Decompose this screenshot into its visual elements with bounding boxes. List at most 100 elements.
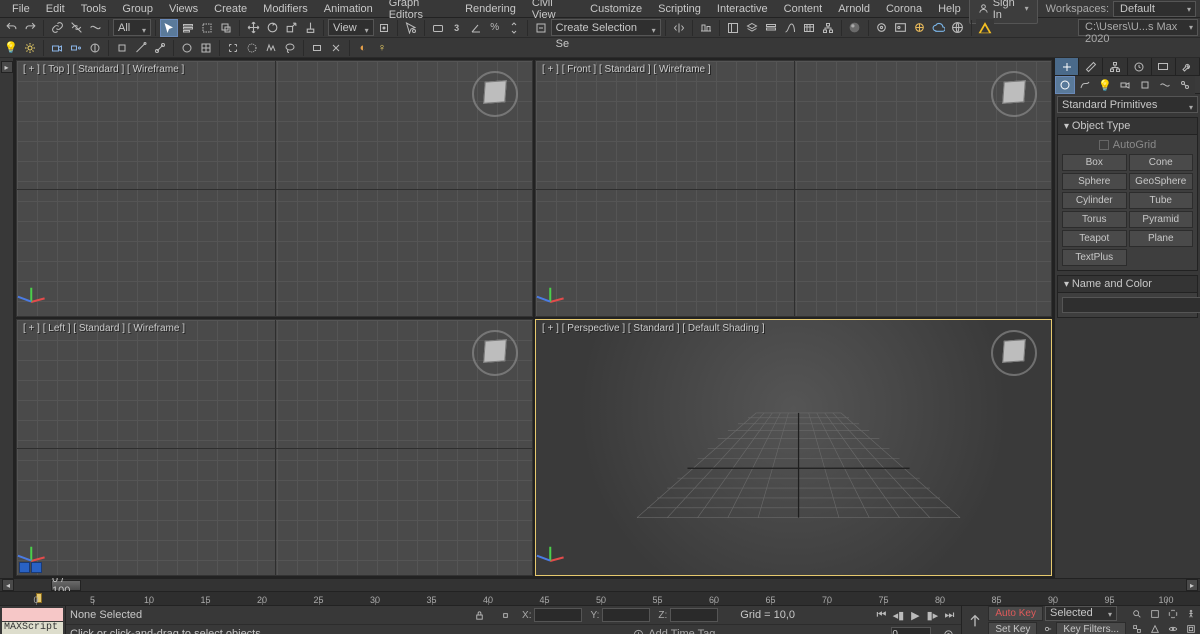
ref-coord-system[interactable]: View▾	[328, 19, 374, 36]
viewcube-top[interactable]	[472, 71, 518, 117]
prim-textplus[interactable]: TextPlus	[1062, 249, 1127, 266]
lightbulb-button[interactable]: ♀	[373, 39, 391, 57]
track-bar[interactable]: 0510152025303540455055606570758085909510…	[0, 591, 1200, 605]
nav-zoom-all-button[interactable]	[1130, 622, 1144, 634]
time-tag-area[interactable]: Add Time Tag	[633, 628, 715, 634]
menu-modifiers[interactable]: Modifiers	[255, 1, 316, 17]
systems-subtab[interactable]	[1175, 76, 1195, 94]
named-selection-sets[interactable]: Create Selection Se▾	[551, 19, 661, 36]
viewport-persp-label[interactable]: [ + ] [ Perspective ] [ Standard ] [ Def…	[542, 323, 765, 334]
prim-plane[interactable]: Plane	[1129, 230, 1194, 247]
project-path[interactable]: C:\Users\U...s Max 2020▾	[1078, 19, 1198, 36]
material-editor-button[interactable]	[846, 19, 864, 37]
prim-sphere[interactable]: Sphere	[1062, 173, 1127, 190]
toggle-ribbon-button[interactable]	[762, 19, 780, 37]
create-tab[interactable]	[1055, 58, 1079, 75]
sel-region-rect-button[interactable]	[224, 39, 242, 57]
prim-box[interactable]: Box	[1062, 154, 1127, 171]
undo-button[interactable]	[2, 19, 20, 37]
prim-cylinder[interactable]: Cylinder	[1062, 192, 1127, 209]
toggle-scene-explorer-button[interactable]	[724, 19, 742, 37]
x-coord-input[interactable]	[534, 608, 582, 622]
prim-geosphere[interactable]: GeoSphere	[1129, 173, 1194, 190]
goto-end-button[interactable]: ⏭	[941, 607, 957, 623]
nav-maximize-button[interactable]	[1184, 622, 1198, 634]
schematic-view-button[interactable]	[819, 19, 837, 37]
window-crossing-button[interactable]	[217, 19, 235, 37]
spinner-snap-button[interactable]	[505, 19, 523, 37]
name-color-header[interactable]: ▾ Name and Color	[1058, 276, 1197, 293]
shapes-subtab[interactable]	[1075, 76, 1095, 94]
primitive-category-select[interactable]: Standard Primitives ▾	[1057, 96, 1198, 113]
prim-tube[interactable]: Tube	[1129, 192, 1194, 209]
menu-scripting[interactable]: Scripting	[650, 1, 709, 17]
next-frame-button[interactable]: ▮▸	[924, 607, 940, 623]
time-slider[interactable]: ◂ 0 / 100 ▸	[0, 578, 1200, 591]
menu-interactive[interactable]: Interactive	[709, 1, 776, 17]
render-in-cloud-button[interactable]	[930, 19, 948, 37]
viewport-layout-presets[interactable]	[19, 562, 42, 573]
angle-snap-button[interactable]	[467, 19, 485, 37]
menu-views[interactable]: Views	[161, 1, 206, 17]
placement-button[interactable]	[301, 19, 319, 37]
time-slider-next[interactable]: ▸	[1186, 579, 1198, 591]
display-tab[interactable]	[1152, 58, 1176, 75]
rendered-frame-window-button[interactable]	[892, 19, 910, 37]
modify-tab[interactable]	[1079, 58, 1103, 75]
warning-icon[interactable]	[976, 19, 994, 37]
scale-button[interactable]	[282, 19, 300, 37]
cutter-button[interactable]	[327, 39, 345, 57]
utilities-tab[interactable]	[1176, 58, 1200, 75]
nav-pan-button[interactable]	[1166, 607, 1180, 621]
viewport-expand-button[interactable]: ▸	[1, 61, 13, 73]
set-key-button[interactable]: Set Key	[988, 622, 1037, 634]
select-region-button[interactable]	[198, 19, 216, 37]
hierarchy-tab[interactable]	[1103, 58, 1127, 75]
object-type-header[interactable]: ▾ Object Type	[1058, 118, 1197, 135]
render-setup-button[interactable]	[873, 19, 891, 37]
toggle-layer-explorer-button[interactable]	[743, 19, 761, 37]
viewport-front-label[interactable]: [ + ] [ Front ] [ Standard ] [ Wireframe…	[542, 64, 711, 75]
tape-button[interactable]	[132, 39, 150, 57]
nav-orbit-button[interactable]	[1166, 622, 1180, 634]
menu-rendering[interactable]: Rendering	[457, 1, 524, 17]
z-coord-input[interactable]	[670, 608, 718, 622]
prim-torus[interactable]: Torus	[1062, 211, 1127, 228]
mirror-button[interactable]	[670, 19, 688, 37]
keyboard-shortcut-override-button[interactable]	[429, 19, 447, 37]
viewcube-left[interactable]	[472, 330, 518, 376]
light-button[interactable]: 💡	[2, 39, 20, 57]
select-by-name-button[interactable]	[179, 19, 197, 37]
menu-animation[interactable]: Animation	[316, 1, 381, 17]
move-button[interactable]	[244, 19, 262, 37]
menu-corona[interactable]: Corona	[878, 1, 930, 17]
geometry-subtab[interactable]	[1055, 76, 1075, 94]
nav-zoom-button[interactable]	[1130, 607, 1144, 621]
menu-customize[interactable]: Customize	[582, 1, 650, 17]
spacewarps-subtab[interactable]	[1155, 76, 1175, 94]
camera-button[interactable]	[48, 39, 66, 57]
maxscript-listener-area[interactable]: MAXScript Mi	[0, 606, 66, 634]
sel-region-lasso-button[interactable]	[281, 39, 299, 57]
select-object-button[interactable]	[160, 19, 178, 37]
menu-content[interactable]: Content	[776, 1, 831, 17]
play-button[interactable]: ▶	[907, 607, 923, 623]
unlink-button[interactable]	[67, 19, 85, 37]
prim-cone[interactable]: Cone	[1129, 154, 1194, 171]
key-filter-scope[interactable]: Selected▾	[1045, 606, 1117, 621]
menu-file[interactable]: File	[4, 1, 38, 17]
redo-button[interactable]	[21, 19, 39, 37]
sel-region-circle-button[interactable]	[243, 39, 261, 57]
prim-teapot[interactable]: Teapot	[1062, 230, 1127, 247]
percent-snap-button[interactable]: %	[486, 19, 504, 37]
menu-tools[interactable]: Tools	[73, 1, 115, 17]
nav-walk-button[interactable]	[1184, 607, 1198, 621]
menu-arnold[interactable]: Arnold	[830, 1, 878, 17]
viewport-front[interactable]: [ + ] [ Front ] [ Standard ] [ Wireframe…	[535, 60, 1052, 317]
set-key-flyout[interactable]	[1039, 622, 1054, 634]
link-button[interactable]	[48, 19, 66, 37]
sun-button[interactable]	[21, 39, 39, 57]
target-camera-button[interactable]	[67, 39, 85, 57]
physx-button[interactable]: ◐	[354, 39, 372, 57]
align-button[interactable]	[697, 19, 715, 37]
